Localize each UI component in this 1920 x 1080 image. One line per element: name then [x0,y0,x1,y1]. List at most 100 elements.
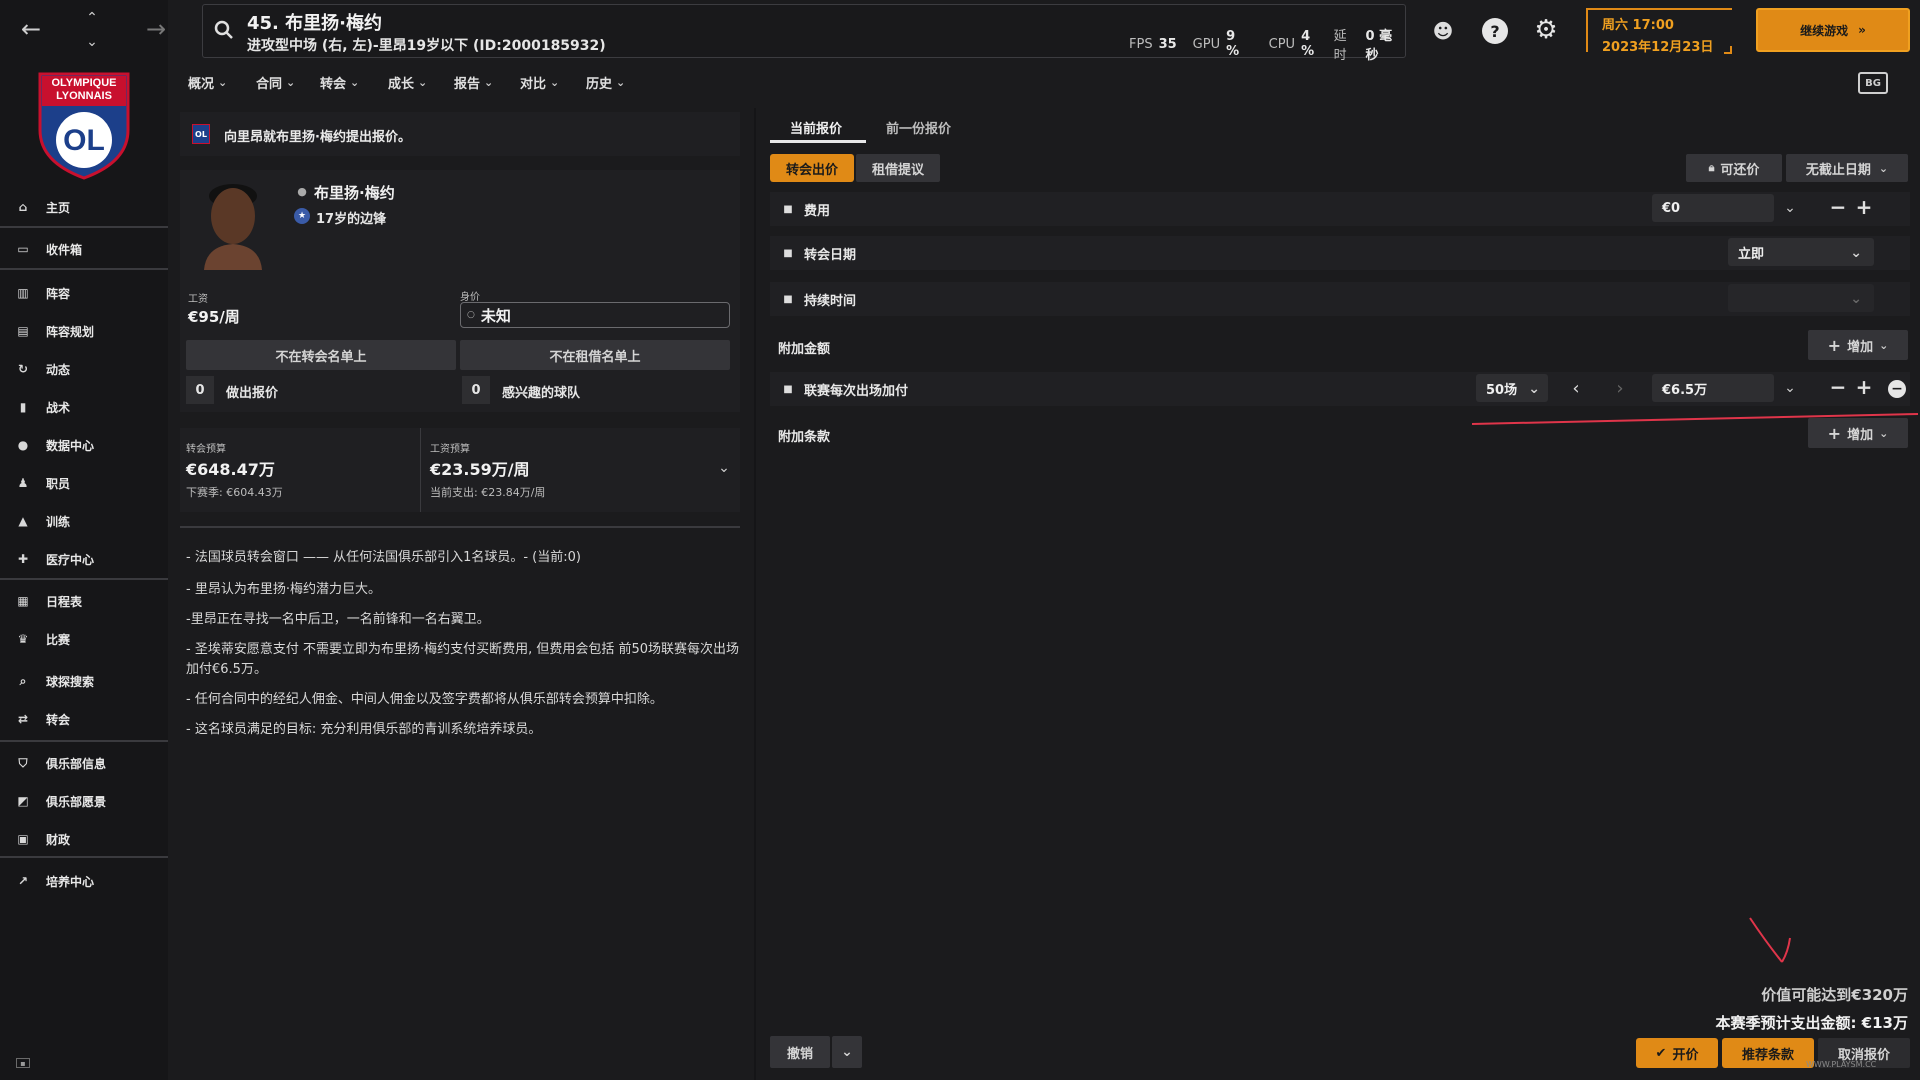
sidebar-item-15[interactable]: ◩ 俱乐部愿景 [0,784,168,818]
plus-icon: + [1827,423,1842,443]
plus-icon[interactable]: + [1854,375,1874,399]
lock-icon[interactable]: ■ [782,382,794,396]
sidebar-item-14[interactable]: ⛉ 俱乐部信息 [0,746,168,780]
plus-icon: + [1827,335,1842,355]
fee-value: €0 [1662,200,1681,216]
sidebar-item-0[interactable]: ⌂ 主页 [0,190,168,224]
data-hub-icon: ● [17,438,29,452]
menu-item-label: 报告 [454,76,481,92]
menu-item-5[interactable]: 对比 ⌄ [520,72,559,92]
player-header-bar[interactable]: 45. 布里扬·梅约 进攻型中场 (右, 左)-里昂19岁以下 (ID:2000… [202,4,1406,63]
sidebar-item-17[interactable]: ↗ 培养中心 [0,864,168,898]
player-avatar[interactable] [196,180,270,270]
make-offer-button[interactable]: ✔ 开价 [1636,1038,1718,1068]
value-label: 身价 [460,292,480,303]
fee-input[interactable]: €0 [1652,194,1774,222]
back-arrow-icon[interactable]: ← [18,15,44,43]
tab-previous-offer[interactable]: 前一份报价 [886,118,951,137]
interested-label[interactable]: 感兴趣的球队 [502,382,580,401]
clauses-label: 附加条款 [778,430,831,445]
sidebar-item-5[interactable]: ▮ 战术 [0,390,168,424]
menu-item-3[interactable]: 成长 ⌄ [388,72,427,92]
fps-value: 35 [1158,36,1177,52]
forward-arrow-icon[interactable]: → [144,15,168,43]
suggest-terms-button[interactable]: 推荐条款 [1722,1038,1814,1068]
subtab-transfer-offer[interactable]: 转会出价 [770,154,854,182]
notes-divider [180,526,740,528]
sidebar-item-16[interactable]: ▣ 财政 [0,822,168,856]
note-item: - 任何合同中的经纪人佣金、中间人佣金以及签字费都将从俱乐部转会预算中扣除。 [186,692,663,707]
chevron-right-icon[interactable]: › [1610,378,1630,399]
menu-item-2[interactable]: 转会 ⌄ [320,72,359,92]
appearance-count-dropdown[interactable]: 50场 ⌄ [1476,374,1548,402]
latency-value: 0 毫秒 [1365,29,1393,63]
sidebar-item-8[interactable]: ▲ 训练 [0,504,168,538]
remove-icon[interactable]: − [1888,380,1906,398]
chevron-left-icon[interactable]: ‹ [1566,378,1586,399]
value-field[interactable]: ○ 未知 [460,302,730,328]
chevron-up-icon[interactable]: ⌃ [82,8,102,28]
budget-panel[interactable]: 转会预算 €648.47万 下赛季: €604.43万 工资预算 €23.59万… [180,428,740,512]
brain-icon[interactable]: ☻ [1430,18,1456,44]
offers-label[interactable]: 做出报价 [226,382,278,401]
negotiable-button[interactable]: 🔒︎ 可还价 [1686,154,1782,182]
menu-item-label: 成长 [388,76,415,92]
add-addon-button[interactable]: + 增加 ⌄ [1808,330,1908,360]
search-icon[interactable] [213,19,235,41]
sidebar-item-1[interactable]: ▭ 收件箱 [0,232,168,266]
lock-icon[interactable]: ■ [782,246,794,260]
club-logo[interactable]: OLYMPIQUE LYONNAIS OL [36,70,132,180]
menu-item-4[interactable]: 报告 ⌄ [454,72,493,92]
chevron-down-icon[interactable]: ⌄ [1782,380,1798,396]
loan-list-status[interactable]: 不在租借名单上 [460,340,730,370]
date-display[interactable]: 周六 17:00 2023年12月23日 [1586,8,1732,55]
tab-current-offer[interactable]: 当前报价 [790,118,842,137]
transfer-list-status[interactable]: 不在转会名单上 [186,340,456,370]
addons-label: 附加金额 [778,342,831,357]
chevron-down-icon[interactable]: ⌄ [716,460,732,476]
sidebar-item-12[interactable]: ⌕ 球探搜索 [0,664,168,698]
lock-icon[interactable]: ■ [782,202,794,216]
settings-gear-icon[interactable]: ⚙ [1532,15,1560,45]
transfer-date-dropdown[interactable]: 立即 ⌄ [1728,238,1874,266]
sidebar-item-label: 俱乐部愿景 [46,794,107,809]
help-icon[interactable]: ? [1482,18,1508,44]
menu-item-6[interactable]: 历史 ⌄ [586,72,625,92]
chevron-down-icon: ⌄ [550,75,560,89]
sidebar-item-4[interactable]: ↻ 动态 [0,352,168,386]
undo-button[interactable]: 撤销 [770,1036,830,1068]
sidebar-item-13[interactable]: ⇄ 转会 [0,702,168,736]
sidebar-item-label: 数据中心 [46,438,95,453]
sidebar-item-11[interactable]: ♛ 比赛 [0,622,168,656]
add-clause-button[interactable]: + 增加 ⌄ [1808,418,1908,448]
sidebar-item-3[interactable]: ▤ 阵容规划 [0,314,168,348]
sidebar-item-6[interactable]: ● 数据中心 [0,428,168,462]
minus-icon[interactable]: − [1828,195,1848,219]
lock-icon[interactable]: ■ [782,292,794,306]
menu-item-0[interactable]: 概况 ⌄ [188,72,227,92]
minus-icon[interactable]: − [1828,375,1848,399]
continue-button[interactable]: 继续游戏 » [1756,8,1910,52]
deadline-dropdown[interactable]: 无截止日期 ⌄ [1786,154,1908,182]
player-name[interactable]: 布里扬·梅约 [314,182,395,203]
sidebar-item-7[interactable]: ♟ 职员 [0,466,168,500]
sidebar-item-2[interactable]: ▥ 阵容 [0,276,168,310]
chevron-down-icon[interactable]: ⌄ [82,32,102,52]
screenshot-icon[interactable]: BG [1858,72,1888,94]
deadline-label: 无截止日期 [1805,162,1871,178]
menu-item-1[interactable]: 合同 ⌄ [256,72,295,92]
plus-icon[interactable]: + [1854,195,1874,219]
appearance-fee-input[interactable]: €6.5万 [1652,374,1774,402]
undo-dropdown[interactable]: ⌄ [832,1036,862,1068]
squad-icon: ▥ [17,286,29,300]
sidebar-item-10[interactable]: ▦ 日程表 [0,584,168,618]
duration-dropdown[interactable]: ⌄ [1728,284,1874,312]
keyboard-icon[interactable]: ▪ [16,1058,30,1068]
perf-stats: FPS 35 GPU 9 % CPU 4 % 延时 0 毫秒 [1129,25,1405,63]
chevron-down-icon: ⌄ [1878,161,1889,175]
subtab-loan-offer[interactable]: 租借提议 [856,154,940,182]
offer-banner-text: 向里昂就布里扬·梅约提出报价。 [224,130,411,145]
current-date: 2023年12月23日 [1602,40,1714,55]
sidebar-item-9[interactable]: ✚ 医疗中心 [0,542,168,576]
chevron-down-icon[interactable]: ⌄ [1782,200,1798,216]
